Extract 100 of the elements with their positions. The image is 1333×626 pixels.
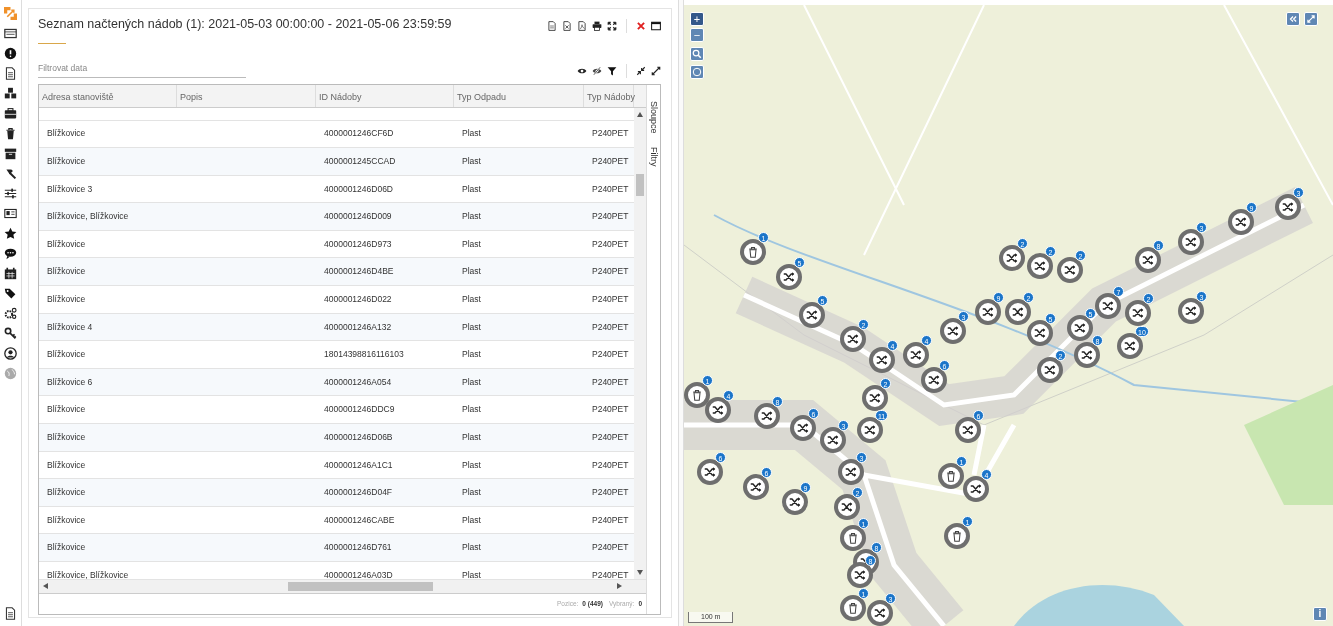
table-cell: 4000001246CABE bbox=[324, 514, 395, 525]
map-marker[interactable] bbox=[1135, 247, 1161, 273]
map-marker[interactable] bbox=[1074, 342, 1100, 368]
tags-icon[interactable] bbox=[4, 287, 17, 300]
id-card-icon[interactable] bbox=[4, 207, 17, 220]
shuffle-icon bbox=[910, 349, 922, 361]
map-marker[interactable] bbox=[944, 523, 970, 549]
fullscreen-button[interactable] bbox=[1304, 12, 1318, 26]
hammer-icon[interactable] bbox=[4, 167, 17, 180]
map-marker[interactable] bbox=[999, 245, 1025, 271]
table-cell: P240PET bbox=[592, 266, 629, 277]
column-header[interactable]: Popis bbox=[177, 84, 316, 107]
trash-icon[interactable] bbox=[4, 127, 17, 140]
table-cell: 4000001246A03D bbox=[324, 569, 393, 579]
table-cell: Plast bbox=[462, 321, 481, 332]
map-marker[interactable] bbox=[1057, 257, 1083, 283]
briefcase-icon[interactable] bbox=[4, 107, 17, 120]
map-marker[interactable] bbox=[938, 463, 964, 489]
map-marker[interactable] bbox=[776, 264, 802, 290]
shuffle-icon bbox=[928, 374, 940, 386]
shuffle-icon bbox=[1006, 252, 1018, 264]
map-marker[interactable] bbox=[1027, 320, 1053, 346]
map-marker[interactable] bbox=[743, 474, 769, 500]
maximize-icon[interactable] bbox=[651, 21, 661, 31]
eye-slash-icon[interactable] bbox=[592, 65, 602, 76]
expand-icon[interactable] bbox=[651, 65, 661, 76]
scroll-left-icon[interactable] bbox=[43, 583, 48, 590]
shuffle-icon bbox=[845, 466, 857, 478]
scrollbar-thumb[interactable] bbox=[636, 173, 644, 196]
map-marker[interactable] bbox=[1005, 299, 1031, 325]
map-marker[interactable] bbox=[847, 562, 873, 588]
star-icon[interactable] bbox=[4, 227, 17, 240]
map-marker[interactable] bbox=[1178, 229, 1204, 255]
table-cell: Blížkovice, Blížkovice bbox=[47, 569, 129, 579]
vertical-scrollbar[interactable] bbox=[634, 107, 646, 579]
sliders-icon[interactable] bbox=[4, 187, 17, 200]
map-marker[interactable] bbox=[903, 342, 929, 368]
spreadsheet-icon[interactable] bbox=[562, 21, 572, 31]
calendar-icon[interactable] bbox=[4, 267, 17, 280]
compress-icon[interactable] bbox=[636, 65, 646, 76]
map-marker[interactable] bbox=[1228, 209, 1254, 235]
key-icon[interactable] bbox=[4, 327, 17, 340]
scroll-right-icon[interactable] bbox=[617, 583, 622, 590]
map-marker[interactable] bbox=[840, 525, 866, 551]
map-marker[interactable] bbox=[840, 595, 866, 621]
map-marker[interactable] bbox=[963, 476, 989, 502]
table-cell: 4000001246D761 bbox=[324, 542, 392, 553]
map-marker[interactable] bbox=[955, 417, 981, 443]
user-icon[interactable] bbox=[4, 347, 17, 360]
shuffle-icon bbox=[874, 607, 886, 619]
search-button[interactable] bbox=[690, 47, 704, 61]
table-cell: Plast bbox=[462, 431, 481, 442]
table-cell: Blížkovice bbox=[47, 487, 86, 498]
print-icon[interactable] bbox=[592, 21, 602, 31]
scroll-up-icon[interactable] bbox=[637, 111, 643, 117]
document-icon[interactable] bbox=[4, 67, 17, 80]
shuffle-icon bbox=[962, 424, 974, 436]
collapse-button[interactable] bbox=[1286, 12, 1300, 26]
expand-arrows-icon[interactable] bbox=[607, 21, 617, 31]
chat-icon[interactable] bbox=[4, 247, 17, 260]
table-cell: Blížkovice 6 bbox=[47, 376, 93, 387]
pdf-icon[interactable] bbox=[577, 21, 587, 31]
gears-icon[interactable] bbox=[4, 307, 17, 320]
map-marker[interactable] bbox=[862, 385, 888, 411]
cubes-icon[interactable] bbox=[4, 87, 17, 100]
column-header[interactable]: Adresa stanoviště bbox=[39, 84, 177, 107]
horizontal-scrollbar[interactable] bbox=[39, 578, 646, 593]
document-icon[interactable] bbox=[547, 21, 557, 31]
shuffle-icon bbox=[1185, 236, 1197, 248]
map-marker[interactable] bbox=[1125, 300, 1151, 326]
filter-icon[interactable] bbox=[607, 65, 617, 76]
window-icon[interactable] bbox=[4, 27, 17, 40]
document-icon[interactable] bbox=[4, 607, 17, 620]
map-marker[interactable] bbox=[1178, 298, 1204, 324]
info-button[interactable]: i bbox=[1313, 607, 1327, 621]
column-header[interactable]: Typ Odpadu bbox=[454, 84, 584, 107]
column-header[interactable]: Typ Nádoby bbox=[584, 84, 634, 107]
alert-icon[interactable] bbox=[4, 47, 17, 60]
close-icon[interactable] bbox=[636, 21, 646, 31]
map-marker[interactable] bbox=[975, 299, 1001, 325]
map-marker[interactable] bbox=[740, 239, 766, 265]
map-marker[interactable] bbox=[857, 417, 883, 443]
scroll-down-icon[interactable] bbox=[637, 569, 643, 575]
map-marker[interactable] bbox=[940, 318, 966, 344]
circle-select-button[interactable] bbox=[690, 65, 704, 79]
map-marker[interactable] bbox=[782, 489, 808, 515]
map-marker[interactable] bbox=[867, 600, 893, 626]
scrollbar-thumb[interactable] bbox=[288, 581, 433, 591]
side-tab[interactable]: Filtry bbox=[646, 147, 660, 167]
map-marker[interactable] bbox=[684, 382, 710, 408]
map-marker[interactable] bbox=[834, 494, 860, 520]
map-marker[interactable] bbox=[1027, 253, 1053, 279]
map-marker[interactable] bbox=[1117, 333, 1143, 359]
zoom-out-button[interactable]: − bbox=[690, 28, 704, 42]
side-tab[interactable]: Sloupce bbox=[646, 100, 660, 134]
map-marker[interactable] bbox=[697, 459, 723, 485]
zoom-in-button[interactable]: + bbox=[690, 12, 704, 26]
archive-icon[interactable] bbox=[4, 147, 17, 160]
column-header[interactable]: ID Nádoby bbox=[316, 84, 454, 107]
table-cell: Plast bbox=[462, 569, 481, 579]
